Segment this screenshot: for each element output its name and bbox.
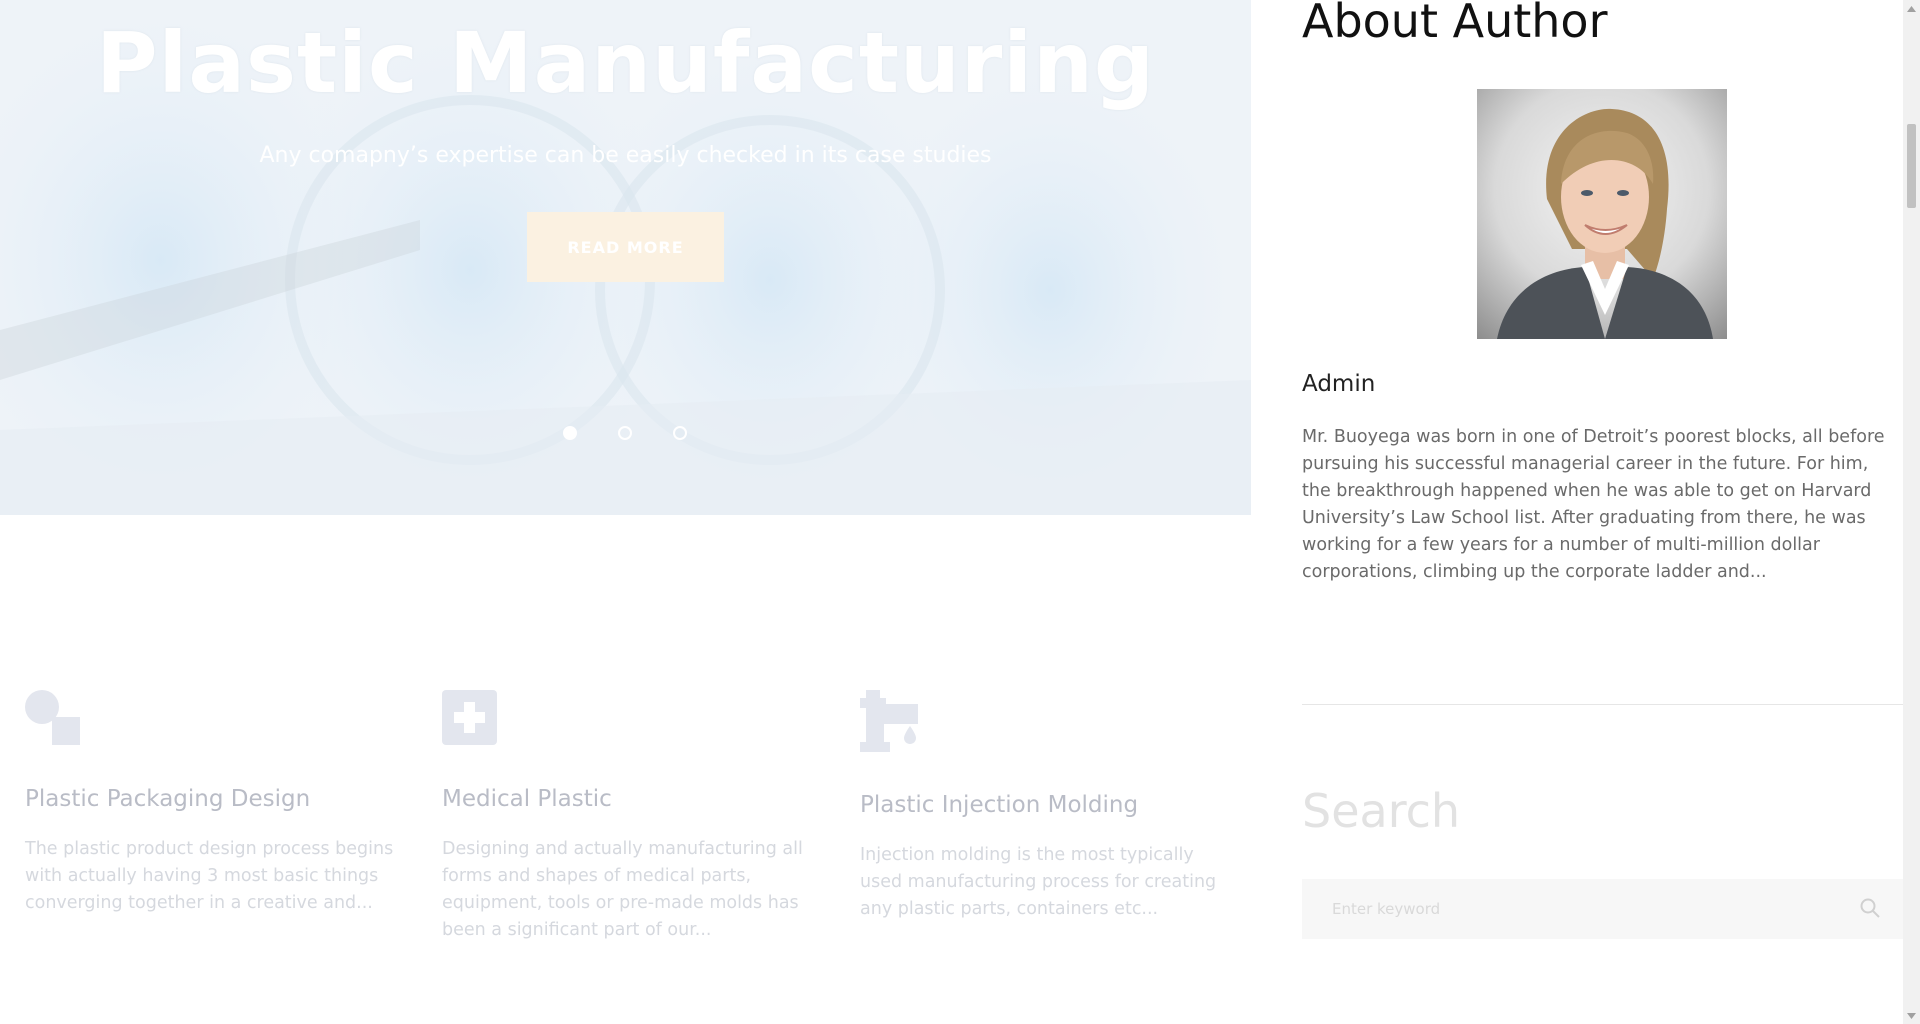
slider-dot-2[interactable] (618, 426, 632, 440)
search-input[interactable] (1302, 879, 1842, 939)
read-more-button[interactable]: READ MORE (527, 212, 724, 282)
search-form (1302, 879, 1904, 939)
service-title[interactable]: Medical Plastic (442, 786, 612, 812)
scroll-down-arrow-icon[interactable] (1903, 1007, 1920, 1024)
medical-cross-icon (442, 690, 497, 745)
author-avatar (1477, 89, 1727, 339)
search-icon (1860, 898, 1880, 918)
hero-title: Plastic Manufacturing (95, 14, 1156, 112)
sidebar-divider (1302, 704, 1904, 705)
service-description: Injection molding is the most typically … (860, 845, 1217, 919)
author-bio: Mr. Buoyega was born in one of Detroit’s… (1302, 427, 1885, 582)
service-description: Designing and actually manufacturing all… (442, 839, 803, 940)
about-author-title: About Author (1302, 0, 1608, 48)
service-title[interactable]: Plastic Packaging Design (25, 786, 310, 812)
hero-slider: Plastic Manufacturing Any comapny’s expe… (0, 0, 1251, 515)
injection-molding-icon (860, 690, 918, 752)
author-name: Admin (1302, 371, 1376, 397)
page-scrollbar[interactable] (1903, 0, 1920, 1024)
author-photo (1497, 108, 1713, 339)
service-title[interactable]: Plastic Injection Molding (860, 792, 1138, 818)
slider-dot-1[interactable] (563, 426, 577, 440)
scrollbar-thumb[interactable] (1907, 124, 1916, 208)
slider-dot-3[interactable] (673, 426, 687, 440)
scroll-up-arrow-icon[interactable] (1903, 0, 1920, 17)
shapes-icon (25, 690, 80, 745)
service-description: The plastic product design process begin… (25, 839, 394, 913)
hero-subtitle: Any comapny’s expertise can be easily ch… (259, 143, 992, 168)
search-widget-title: Search (1302, 784, 1461, 838)
search-submit-button[interactable] (1856, 895, 1884, 923)
